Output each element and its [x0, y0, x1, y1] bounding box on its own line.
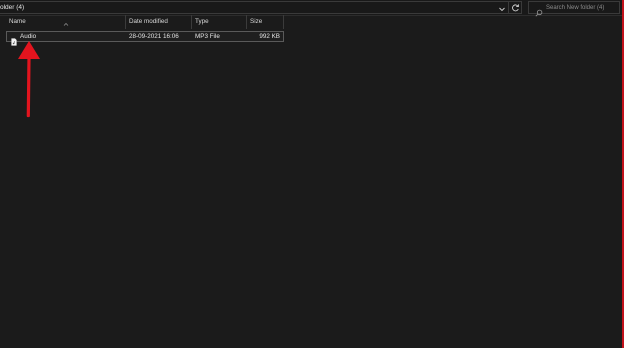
column-header-row: Name Date modified Type Size: [0, 15, 284, 29]
search-placeholder: Search New folder (4): [546, 5, 605, 11]
red-arrow-annotation: [18, 41, 40, 118]
search-input[interactable]: Search New folder (4): [528, 1, 620, 17]
refresh-button[interactable]: [508, 1, 522, 14]
file-row-audio[interactable]: Audio 28-09-2021 16:06 MP3 File 992 KB: [6, 31, 284, 46]
file-type: MP3 File: [195, 33, 220, 40]
file-size: 992 KB: [259, 33, 280, 40]
file-date-modified: 28-09-2021 16:06: [129, 33, 179, 40]
file-explorer-window: older (4) Search New folder (4) Name Dat…: [0, 0, 624, 348]
refresh-icon: [512, 4, 519, 12]
column-header-date-modified[interactable]: Date modified: [126, 15, 192, 29]
column-header-size[interactable]: Size: [247, 15, 284, 29]
column-header-type[interactable]: Type: [192, 15, 247, 29]
column-header-name[interactable]: Name: [6, 15, 126, 29]
address-bar[interactable]: older (4): [0, 1, 522, 14]
address-path[interactable]: older (4): [0, 2, 24, 14]
search-icon: [535, 4, 543, 17]
toolbar: older (4) Search New folder (4): [0, 0, 622, 17]
chevron-down-icon[interactable]: [497, 2, 507, 14]
